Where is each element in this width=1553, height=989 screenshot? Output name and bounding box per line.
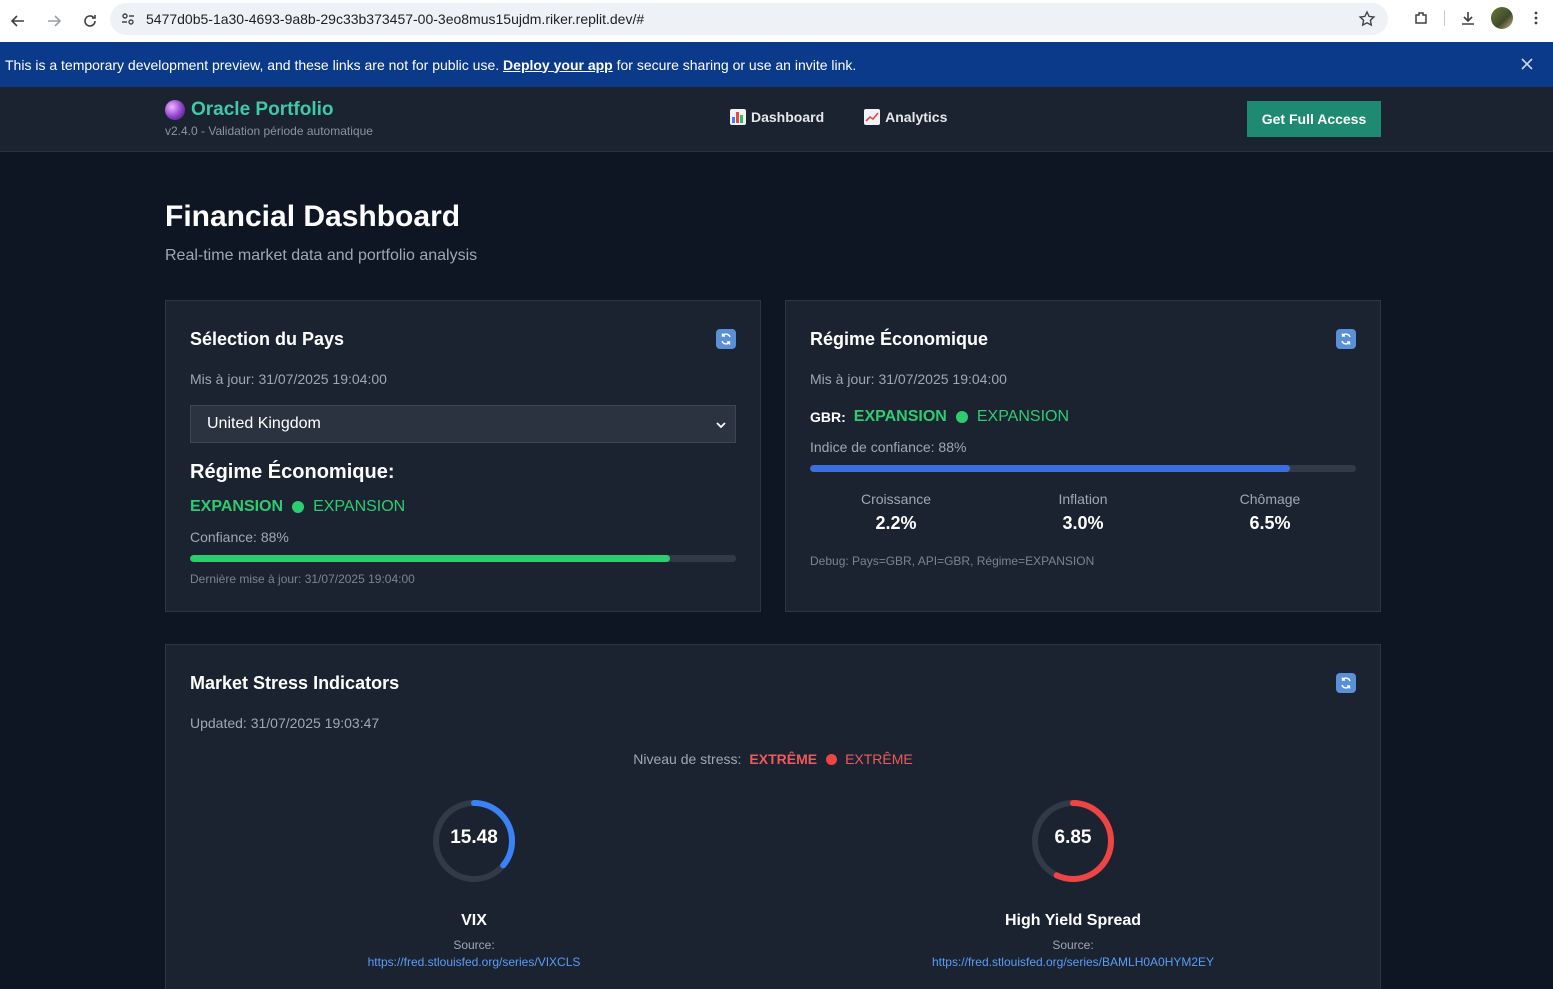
line-chart-icon: [864, 109, 881, 125]
reload-icon[interactable]: [72, 3, 108, 39]
address-bar[interactable]: 5477d0b5-1a30-4693-9a8b-29c33b373457-00-…: [110, 3, 1388, 35]
gauge-value: 6.85: [1054, 827, 1092, 848]
country-select-value: United Kingdom: [207, 415, 321, 432]
last-update-label: Dernière mise à jour: 31/07/2025 19:04:0…: [190, 572, 415, 586]
page-title: Financial Dashboard: [165, 200, 461, 233]
nav-dashboard-label: Dashboard: [751, 109, 825, 125]
stress-level: Niveau de stress: EXTRÊME EXTRÊME: [166, 751, 1380, 767]
gauge-name: VIX: [461, 912, 487, 929]
gauge-source-label: Source:: [453, 938, 495, 952]
regime-plain: EXPANSION: [976, 408, 1070, 425]
get-full-access-button[interactable]: Get Full Access: [1247, 101, 1381, 137]
gauge-source-label: Source:: [1052, 938, 1094, 952]
gauge-vix: 15.48 VIX Source: https://fred.stlouisfe…: [324, 797, 624, 969]
bar-chart-icon: [730, 109, 746, 125]
extensions-icon[interactable]: [1404, 0, 1438, 36]
gauge-source-link[interactable]: https://fred.stlouisfed.org/series/BAMLH…: [923, 955, 1223, 969]
status-dot: [826, 753, 838, 765]
brand-title: Oracle Portfolio: [191, 99, 334, 120]
chevron-down-icon: [715, 418, 727, 430]
country-select[interactable]: United Kingdom: [190, 405, 736, 443]
confidence-bar-fill: [810, 465, 1291, 472]
crystal-ball-icon: [165, 100, 185, 120]
banner-message: This is a temporary development preview,…: [5, 57, 856, 73]
forward-icon[interactable]: [36, 3, 72, 39]
confidence-bar-fill: [190, 555, 671, 562]
url-text: 5477d0b5-1a30-4693-9a8b-29c33b373457-00-…: [146, 11, 645, 27]
stress-plain: EXTRÊME: [845, 751, 913, 767]
profile-avatar[interactable]: [1491, 7, 1513, 29]
updated-label: Mis à jour: 31/07/2025 19:04:00: [810, 371, 1007, 387]
stat-label: Croissance: [860, 491, 932, 507]
status-dot: [955, 411, 968, 423]
app-header: Oracle Portfolio v2.4.0 - Validation pér…: [0, 87, 1553, 152]
updated-label: Updated: 31/07/2025 19:03:47: [190, 715, 380, 731]
deploy-link[interactable]: Deploy your app: [503, 57, 613, 73]
economic-regime-card: Régime Économique Mis à jour: 31/07/2025…: [785, 300, 1381, 612]
page-subtitle: Real-time market data and portfolio anal…: [165, 247, 478, 264]
version-label: v2.4.0 - Validation période automatique: [165, 124, 373, 138]
card-title: Régime Économique: [810, 329, 989, 349]
confidence-bar: [190, 555, 736, 562]
card-title: Sélection du Pays: [190, 329, 345, 349]
banner-text-after: for secure sharing or use an invite link…: [616, 56, 857, 73]
site-info-icon[interactable]: [114, 3, 142, 35]
back-icon[interactable]: [0, 3, 36, 39]
stat-label: Inflation: [1058, 491, 1108, 507]
browser-toolbar: 5477d0b5-1a30-4693-9a8b-29c33b373457-00-…: [0, 0, 1553, 42]
toolbar-divider: [1444, 10, 1445, 26]
country-selection-card: Sélection du Pays Mis à jour: 31/07/2025…: [165, 300, 761, 612]
stat-value: 6.5%: [1249, 513, 1291, 533]
refresh-icon[interactable]: [1336, 329, 1356, 349]
gauge-value: 15.48: [450, 827, 498, 848]
refresh-icon[interactable]: [716, 329, 736, 349]
status-dot: [292, 501, 305, 513]
close-icon[interactable]: [1519, 56, 1535, 72]
country-code: GBR:: [810, 409, 846, 425]
brand[interactable]: Oracle Portfolio v2.4.0 - Validation pér…: [165, 99, 373, 138]
regime-status: GBR: EXPANSION EXPANSION: [810, 408, 1069, 426]
gauge-name: High Yield Spread: [1004, 912, 1142, 929]
confidence-bar: [810, 465, 1356, 472]
preview-banner: This is a temporary development preview,…: [0, 42, 1553, 87]
updated-label: Mis à jour: 31/07/2025 19:04:00: [190, 371, 387, 387]
gauge-high-yield-spread: 6.85 High Yield Spread Source: https://f…: [923, 797, 1223, 969]
regime-plain: EXPANSION: [313, 498, 406, 515]
banner-text-before: This is a temporary development preview,…: [5, 56, 500, 73]
regime-strong: EXPANSION: [190, 498, 284, 515]
stress-strong: EXTRÊME: [749, 751, 818, 767]
market-stress-card: Market Stress Indicators Updated: 31/07/…: [165, 644, 1381, 989]
stat-label: Chômage: [1239, 491, 1301, 507]
confidence-label: Confiance: 88%: [190, 529, 289, 545]
nav-analytics-label: Analytics: [885, 109, 948, 125]
menu-kebab-icon[interactable]: [1519, 0, 1553, 36]
stat-inflation: Inflation 3.0%: [1023, 491, 1143, 534]
regime-status: EXPANSION EXPANSION: [190, 498, 405, 516]
stat-value: 3.0%: [1062, 513, 1104, 533]
stat-growth: Croissance 2.2%: [836, 491, 956, 534]
debug-label: Debug: Pays=GBR, API=GBR, Régime=EXPANSI…: [810, 554, 1095, 568]
stat-unemployment: Chômage 6.5%: [1210, 491, 1330, 534]
nav-analytics[interactable]: Analytics: [864, 109, 947, 125]
regime-heading: Régime Économique:: [190, 461, 395, 483]
confidence-label: Indice de confiance: 88%: [810, 439, 967, 455]
card-title: Market Stress Indicators: [190, 673, 400, 693]
bookmark-star-icon[interactable]: [1358, 10, 1376, 28]
regime-strong: EXPANSION: [853, 408, 947, 425]
nav-dashboard[interactable]: Dashboard: [730, 109, 824, 125]
stat-value: 2.2%: [875, 513, 917, 533]
top-nav: Dashboard Analytics: [730, 109, 947, 125]
download-icon[interactable]: [1451, 0, 1485, 36]
refresh-icon[interactable]: [1336, 673, 1356, 693]
gauge-source-link[interactable]: https://fred.stlouisfed.org/series/VIXCL…: [324, 955, 624, 969]
stress-label: Niveau de stress:: [633, 751, 742, 767]
